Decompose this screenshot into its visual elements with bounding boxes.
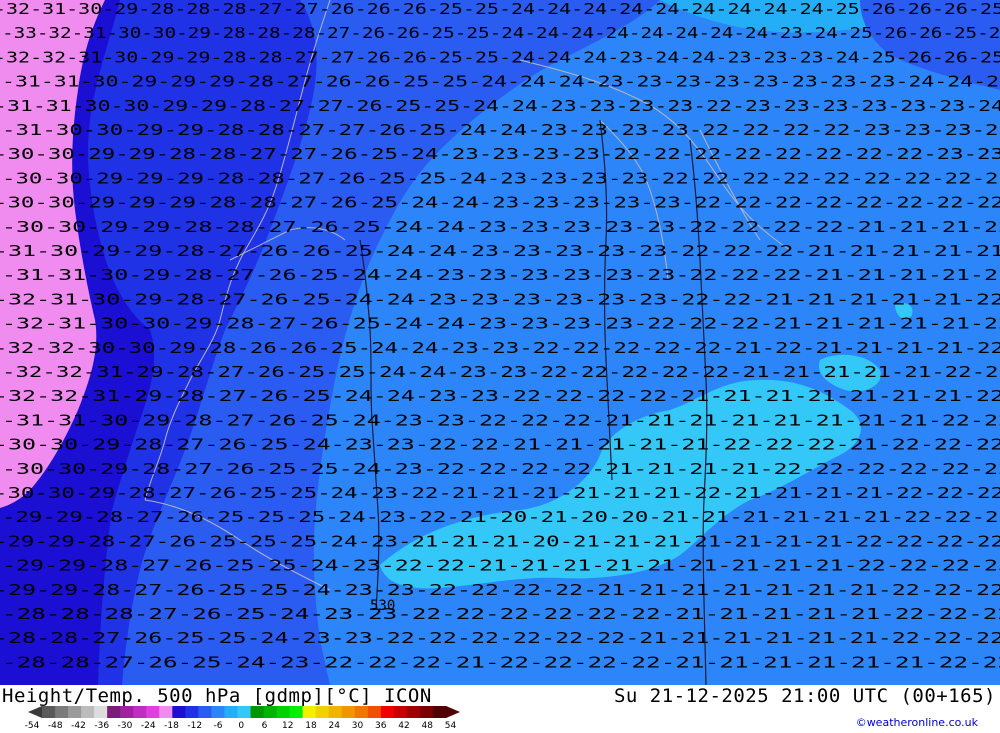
contour-label-row: -29-29-28-27-26-25-25-25-24-23-22-21-20-… — [2, 508, 1000, 526]
scale-label: 6 — [261, 721, 268, 731]
contour-label-row: -32-31-30-29-28-28-28-27-27-26-26-26-25-… — [0, 0, 1000, 18]
contour-label-row: -31-31-30-30-29-29-28-27-27-26-25-25-24-… — [0, 97, 1000, 115]
scale-swatch — [159, 706, 173, 718]
scale-label: 42 — [398, 721, 410, 731]
scale-swatch — [328, 706, 343, 718]
scale-swatch — [315, 706, 330, 718]
scale-swatch — [367, 706, 382, 718]
scale-swatch — [289, 706, 304, 718]
scale-swatch — [68, 706, 82, 718]
scale-swatch — [81, 706, 95, 718]
credit-link[interactable]: ©weatheronline.co.uk — [856, 716, 978, 729]
scale-swatch — [42, 706, 56, 718]
contour-label-row: -30-30-29-28-27-26-25-25-24-23-22-21-21-… — [0, 484, 1000, 502]
color-scale-labels: -54 -48 -42 -36 -30 -24 -18 -12 -6 0 6 12 18 24 30 36 42… — [25, 721, 472, 733]
scale-swatch — [380, 706, 395, 718]
scale-swatch — [302, 706, 317, 718]
scale-label: -30 — [117, 721, 133, 731]
scale-label: -54 — [24, 721, 40, 731]
map-title: Height/Temp. 500 hPa [gdmp][°C] ICON — [2, 685, 432, 707]
scale-swatch — [341, 706, 356, 718]
scale-swatch — [94, 706, 108, 718]
scale-arrow-right — [446, 706, 460, 718]
scale-swatch — [406, 706, 421, 718]
contour-label-row: -30-30-29-29-28-28-27-26-25-24-24-23-23-… — [2, 218, 1000, 236]
contour-label-row: -28-28-27-26-25-25-24-23-23-22-22-22-22-… — [0, 629, 1000, 647]
map-canvas: -32-31-30-29-28-28-28-27-27-26-26-26-25-… — [0, 0, 1000, 685]
scale-label: 36 — [374, 721, 387, 731]
scale-swatch — [263, 706, 278, 718]
contour-label-row: -33-32-31-30-30-29-28-28-28-27-26-26-25-… — [2, 24, 1000, 42]
scale-label: -18 — [164, 721, 179, 731]
scale-swatch — [198, 706, 212, 718]
scale-label: 54 — [444, 721, 457, 731]
scale-label: 30 — [351, 721, 364, 731]
contour-label-row: -28-28-27-26-25-24-23-22-22-22-21-22-22-… — [2, 653, 1000, 671]
scale-swatch — [250, 706, 265, 718]
contour-label-row: -31-31-30-29-28-27-26-25-24-24-23-23-23-… — [2, 266, 1000, 284]
footer: Height/Temp. 500 hPa [gdmp][°C] ICON Su … — [0, 685, 1000, 733]
scale-swatch — [276, 706, 291, 718]
scale-label: -36 — [94, 721, 110, 731]
scale-label: 24 — [328, 721, 340, 731]
contour-label-row: -30-30-29-29-29-28-28-27-26-25-24-24-23-… — [0, 194, 1000, 212]
contour-label-row: -30-30-29-29-29-28-28-27-26-25-25-24-23-… — [2, 169, 1000, 187]
contour-label-row: -28-28-28-27-26-25-24-23-23-22-22-22-22-… — [2, 605, 1000, 623]
contour-label-row: -30-30-29-29-28-28-27-27-26-25-24-23-23-… — [0, 145, 1000, 163]
scale-label: 18 — [305, 721, 317, 731]
scale-swatch — [211, 706, 225, 718]
contour-label-row: -32-31-30-30-29-28-27-26-25-24-24-23-23-… — [2, 315, 1000, 333]
contour-label-row: -32-32-31-29-28-27-26-25-25-24-24-23-23-… — [2, 363, 1000, 381]
map-timestamp: Su 21-12-2025 21:00 UTC (00+165) — [613, 685, 996, 707]
contour-label-row: -32-31-30-29-28-27-26-25-24-24-23-23-23-… — [0, 290, 1000, 308]
scale-swatch — [107, 706, 121, 718]
contour-label-row: -32-32-31-29-28-27-26-25-24-24-23-23-22-… — [0, 387, 1000, 405]
contour-label-row: -31-31-30-29-28-27-26-25-24-23-23-22-22-… — [2, 411, 1000, 429]
scale-swatch — [55, 706, 69, 718]
color-scale — [28, 706, 460, 718]
city-label: 530 — [370, 598, 395, 614]
contour-label-row: -29-29-28-27-26-25-25-24-23-23-22-22-22-… — [0, 581, 1000, 599]
scale-swatch — [419, 706, 434, 718]
scale-swatch — [120, 706, 134, 718]
scale-label: 0 — [238, 721, 245, 731]
contour-label-row: -32-32-30-30-29-28-26-26-25-24-24-23-23-… — [0, 339, 1000, 357]
scale-label: -42 — [71, 721, 86, 731]
scale-label: -48 — [47, 721, 63, 731]
scale-label: 48 — [421, 721, 433, 731]
scale-swatch — [185, 706, 199, 718]
scale-swatch — [133, 706, 147, 718]
scale-label: 12 — [281, 721, 294, 731]
scale-swatch — [393, 706, 408, 718]
contour-label-row: -32-32-31-30-29-29-28-28-27-27-26-26-25-… — [0, 48, 1000, 66]
scale-label: -6 — [213, 721, 223, 731]
contour-label-row: -30-30-29-28-27-26-25-25-24-23-22-22-22-… — [2, 460, 1000, 478]
scale-swatch — [432, 706, 447, 718]
contour-label-row: -30-30-29-28-27-26-25-24-23-23-22-22-21-… — [0, 436, 1000, 454]
scale-swatch — [172, 706, 186, 718]
contour-label-row: -31-31-30-29-29-29-28-27-26-26-25-25-24-… — [2, 73, 1000, 91]
contour-label-row: -31-30-30-29-29-28-28-27-27-26-25-24-24-… — [2, 121, 1000, 139]
scale-swatch — [146, 706, 160, 718]
scale-swatch — [354, 706, 369, 718]
weather-map: -32-31-30-29-28-28-28-27-27-26-26-26-25-… — [0, 0, 1000, 685]
scale-swatch — [237, 706, 252, 718]
scale-label: -12 — [187, 721, 203, 731]
scale-label: -24 — [140, 721, 156, 731]
contour-label-row: -29-29-28-27-26-25-25-25-24-23-21-21-21-… — [0, 532, 1000, 550]
contour-label-row: -29-29-28-27-26-25-25-24-23-22-22-21-21-… — [2, 557, 1000, 575]
scale-swatch — [224, 706, 238, 718]
scale-arrow-left — [28, 706, 42, 718]
contour-label-row: -31-30-29-29-28-27-26-26-25-24-24-23-23-… — [0, 242, 1000, 260]
